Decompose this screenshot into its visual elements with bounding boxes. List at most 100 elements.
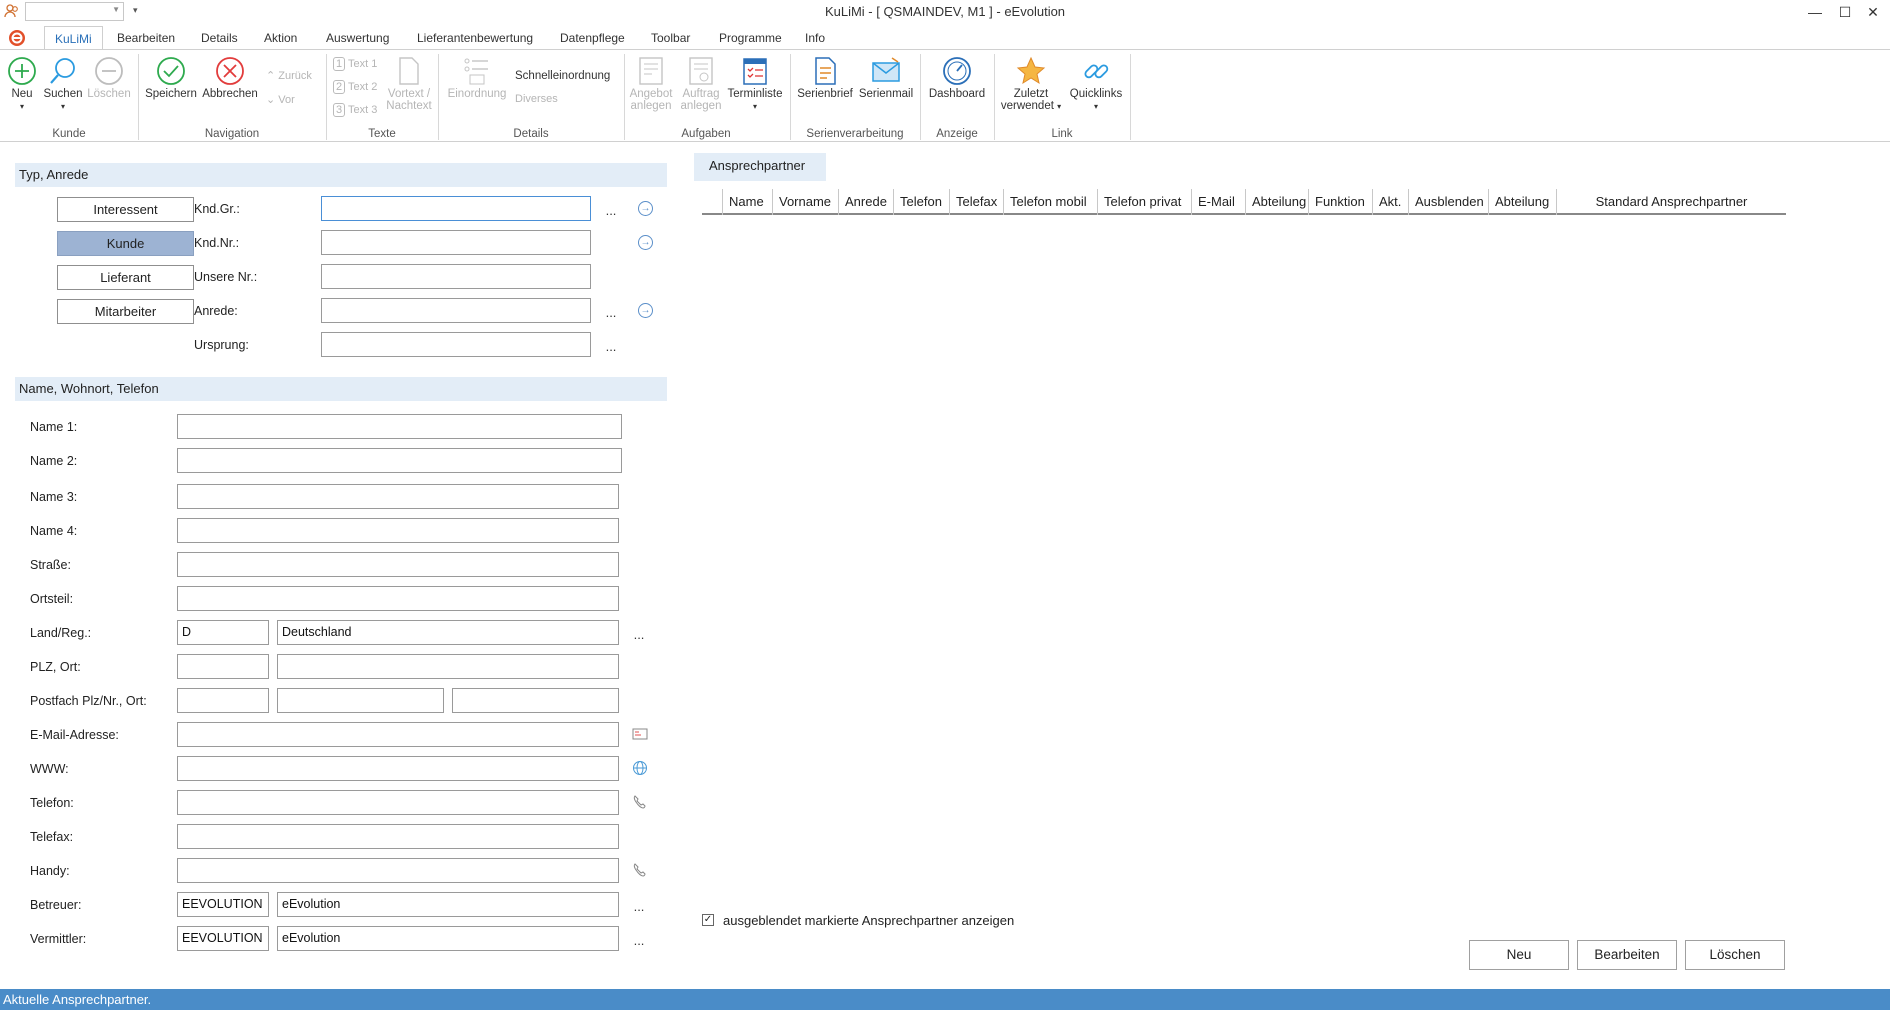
column-header-akt[interactable]: Akt. bbox=[1372, 189, 1408, 215]
vermittler-name-input[interactable]: eEvolution bbox=[277, 926, 619, 951]
www-input[interactable] bbox=[177, 756, 619, 781]
terminliste-button[interactable]: Terminliste ▾ bbox=[726, 56, 784, 112]
phone-icon[interactable] bbox=[632, 862, 648, 881]
show-hidden-checkbox[interactable]: ✓ bbox=[702, 914, 714, 926]
close-button[interactable]: ✕ bbox=[1850, 0, 1890, 24]
postfach-nr-input[interactable] bbox=[277, 688, 444, 713]
column-header-email[interactable]: E-Mail bbox=[1191, 189, 1245, 215]
ursprung-input[interactable] bbox=[321, 332, 591, 357]
tab-details[interactable]: Details bbox=[191, 26, 248, 50]
vermittler-code-input[interactable]: EEVOLUTION bbox=[177, 926, 269, 951]
anrede-input[interactable] bbox=[321, 298, 591, 323]
text2-button[interactable]: 2 Text 2 bbox=[333, 80, 377, 94]
betreuer-name-input[interactable]: eEvolution bbox=[277, 892, 619, 917]
name1-input[interactable] bbox=[177, 414, 622, 439]
type-mitarbeiter-button[interactable]: Mitarbeiter bbox=[57, 299, 194, 324]
type-lieferant-button[interactable]: Lieferant bbox=[57, 265, 194, 290]
column-header-name[interactable]: Name bbox=[722, 189, 772, 215]
tab-auswertung[interactable]: Auswertung bbox=[316, 26, 399, 50]
angebot-label-2: anlegen bbox=[630, 100, 672, 112]
column-header-ausblenden[interactable]: Ausblenden bbox=[1408, 189, 1490, 215]
serienmail-button[interactable]: Serienmail bbox=[857, 56, 915, 100]
postfach-ort-input[interactable] bbox=[452, 688, 619, 713]
loeschen-ribbon-button[interactable]: Löschen bbox=[86, 56, 132, 100]
column-header-abteilung[interactable]: Abteilung bbox=[1245, 189, 1315, 215]
tab-bearbeiten[interactable]: Bearbeiten bbox=[107, 26, 185, 50]
kndnr-goto-arrow-icon[interactable]: → bbox=[638, 235, 653, 250]
telefax-input[interactable] bbox=[177, 824, 619, 849]
betreuer-code-input[interactable]: EEVOLUTION bbox=[177, 892, 269, 917]
unsere-nr-input[interactable] bbox=[321, 264, 591, 289]
ortsteil-input[interactable] bbox=[177, 586, 619, 611]
abbrechen-button[interactable]: Abbrechen bbox=[200, 56, 260, 100]
column-header-standard-ansprechpartner[interactable]: Standard Ansprechpartner bbox=[1556, 189, 1786, 215]
type-interessent-button[interactable]: Interessent bbox=[57, 197, 194, 222]
kndgr-input[interactable] bbox=[321, 196, 591, 221]
schnelleinordnung-button[interactable]: Schnelleinordnung bbox=[515, 70, 610, 82]
text3-button[interactable]: 3 Text 3 bbox=[333, 103, 377, 117]
anrede-goto-arrow-icon[interactable]: → bbox=[638, 303, 653, 318]
einordnung-button[interactable]: Einordnung bbox=[444, 56, 510, 100]
zuletzt-verwendet-button[interactable]: Zuletzt verwendet ▾ bbox=[998, 56, 1064, 112]
suchen-button[interactable]: Suchen ▾ bbox=[42, 56, 84, 112]
telefon-input[interactable] bbox=[177, 790, 619, 815]
column-header-abteilung-2[interactable]: Abteilung bbox=[1488, 189, 1558, 215]
tab-kulimi[interactable]: KuLiMi bbox=[44, 26, 103, 50]
tab-toolbar[interactable]: Toolbar bbox=[641, 26, 700, 50]
quicklinks-button[interactable]: Quicklinks ▾ bbox=[1064, 56, 1128, 112]
column-header-funktion[interactable]: Funktion bbox=[1308, 189, 1372, 215]
phone-icon[interactable] bbox=[632, 794, 648, 813]
angebot-anlegen-button[interactable]: Angebot anlegen bbox=[628, 56, 674, 112]
strasse-label: Straße: bbox=[30, 558, 71, 572]
neu-button[interactable]: Neu ▾ bbox=[4, 56, 40, 112]
handy-input[interactable] bbox=[177, 858, 619, 883]
ursprung-lookup-button[interactable]: ... bbox=[603, 339, 619, 354]
column-header-vorname[interactable]: Vorname bbox=[772, 189, 844, 215]
tab-lieferantenbewertung[interactable]: Lieferantenbewertung bbox=[407, 26, 543, 50]
tab-aktion[interactable]: Aktion bbox=[254, 26, 307, 50]
vermittler-lookup-button[interactable]: ... bbox=[631, 933, 647, 948]
column-header-telefon-privat[interactable]: Telefon privat bbox=[1097, 189, 1191, 215]
column-header-telefon[interactable]: Telefon bbox=[893, 189, 949, 215]
vor-button[interactable]: ⌄ Vor bbox=[266, 93, 295, 106]
anrede-lookup-button[interactable]: ... bbox=[603, 305, 619, 320]
group-label-texte: Texte bbox=[368, 128, 396, 140]
email-input[interactable] bbox=[177, 722, 619, 747]
tab-ansprechpartner[interactable]: Ansprechpartner bbox=[694, 153, 826, 181]
kndnr-input[interactable] bbox=[321, 230, 591, 255]
diverses-button[interactable]: Diverses bbox=[515, 93, 558, 105]
contact-bearbeiten-button[interactable]: Bearbeiten bbox=[1577, 940, 1677, 970]
speichern-button[interactable]: Speichern bbox=[143, 56, 199, 100]
ort-input[interactable] bbox=[277, 654, 619, 679]
postfach-plz-input[interactable] bbox=[177, 688, 269, 713]
app-menu-icon[interactable] bbox=[8, 29, 26, 50]
dashboard-button[interactable]: Dashboard bbox=[924, 56, 990, 100]
contact-loeschen-button[interactable]: Löschen bbox=[1685, 940, 1785, 970]
land-name-input[interactable]: Deutschland bbox=[277, 620, 619, 645]
land-code-input[interactable]: D bbox=[177, 620, 269, 645]
column-header-telefax[interactable]: Telefax bbox=[949, 189, 1003, 215]
name2-input[interactable] bbox=[177, 448, 622, 473]
strasse-input[interactable] bbox=[177, 552, 619, 577]
zurueck-button[interactable]: ⌃ Zurück bbox=[266, 69, 312, 82]
auftrag-anlegen-button[interactable]: Auftrag anlegen bbox=[678, 56, 724, 112]
text1-button[interactable]: 1 Text 1 bbox=[333, 57, 377, 71]
plz-input[interactable] bbox=[177, 654, 269, 679]
type-kunde-button[interactable]: Kunde bbox=[57, 231, 194, 256]
contact-neu-button[interactable]: Neu bbox=[1469, 940, 1569, 970]
globe-icon[interactable] bbox=[632, 760, 648, 779]
vortext-nachtext-button[interactable]: Vortext / Nachtext bbox=[384, 56, 434, 112]
serienbrief-button[interactable]: Serienbrief bbox=[796, 56, 854, 100]
column-header-anrede[interactable]: Anrede bbox=[838, 189, 896, 215]
email-compose-icon[interactable] bbox=[632, 727, 648, 744]
land-lookup-button[interactable]: ... bbox=[631, 627, 647, 642]
column-header-telefon-mobil[interactable]: Telefon mobil bbox=[1003, 189, 1097, 215]
name3-input[interactable] bbox=[177, 484, 619, 509]
tab-info[interactable]: Info bbox=[795, 26, 835, 50]
name4-input[interactable] bbox=[177, 518, 619, 543]
kndgr-goto-arrow-icon[interactable]: → bbox=[638, 201, 653, 216]
betreuer-lookup-button[interactable]: ... bbox=[631, 899, 647, 914]
kndgr-lookup-button[interactable]: ... bbox=[603, 203, 619, 218]
tab-datenpflege[interactable]: Datenpflege bbox=[550, 26, 635, 50]
tab-programme[interactable]: Programme bbox=[709, 26, 792, 50]
